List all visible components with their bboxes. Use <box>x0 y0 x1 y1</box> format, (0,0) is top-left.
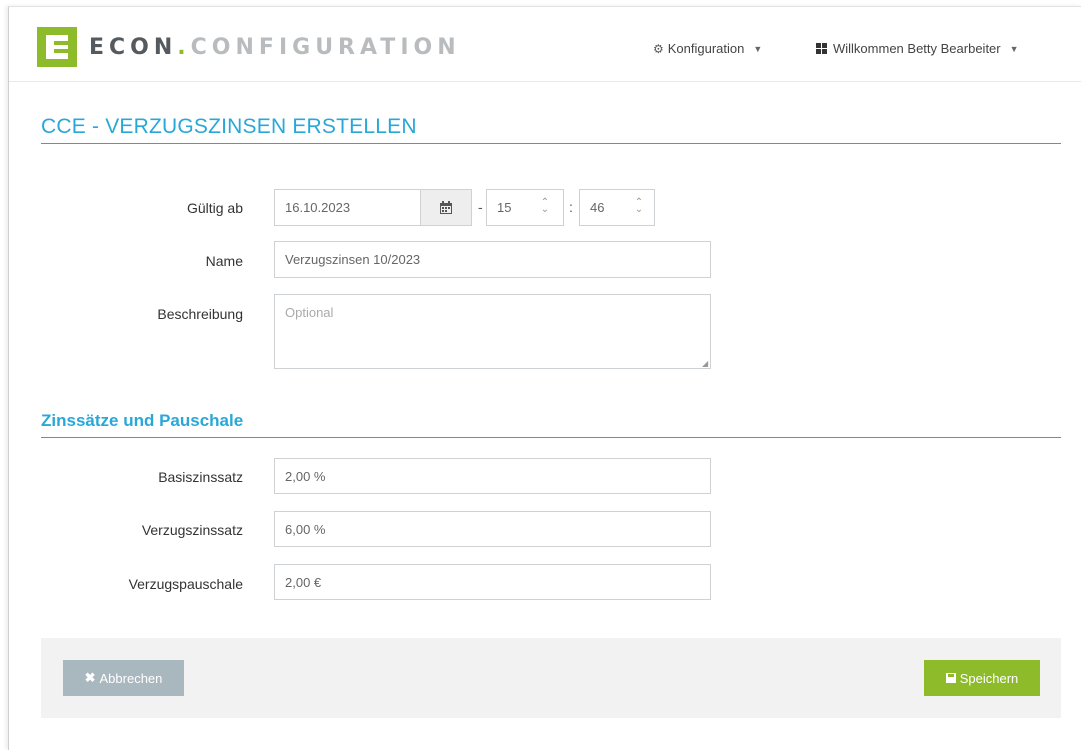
description-textarea[interactable]: Optional <box>274 294 711 369</box>
name-input[interactable]: Verzugszinsen 10/2023 <box>274 241 711 278</box>
menu-user[interactable]: Willkommen Betty Bearbeiter ▼ <box>816 41 1019 56</box>
caret-down-icon: ▼ <box>753 43 763 54</box>
times-icon: ✖ <box>84 670 96 685</box>
section-divider <box>41 437 1061 438</box>
resize-icon[interactable]: ◢ <box>702 359 708 368</box>
calendar-icon <box>440 200 452 214</box>
navbar: ECON.CONFIGURATION ⚙ Konfiguration ▼ Wil… <box>9 7 1081 82</box>
default-rate-input[interactable]: 6,00 % <box>274 511 711 547</box>
description-placeholder: Optional <box>285 305 334 320</box>
brand-main: ECON <box>89 35 178 60</box>
flat-fee-label: Verzugspauschale <box>128 576 243 592</box>
grid-icon <box>816 43 827 54</box>
logo-e-icon[interactable] <box>37 27 77 67</box>
minute-spinner-icon[interactable]: ⌃ ⌄ <box>634 198 644 215</box>
caret-down-icon: ▼ <box>1009 43 1019 54</box>
cancel-button[interactable]: ✖ Abbrechen <box>63 660 184 696</box>
valid-from-label: Gültig ab <box>186 200 243 216</box>
hour-spinner-icon[interactable]: ⌃ ⌄ <box>540 198 550 215</box>
description-label: Beschreibung <box>157 306 243 322</box>
save-button-label: Speichern <box>959 670 1019 686</box>
section-title: Zinssätze und Pauschale <box>41 411 244 430</box>
gear-icon: ⚙ <box>653 41 664 56</box>
base-rate-label: Basiszinssatz <box>158 469 243 485</box>
brand-wordmark[interactable]: ECON.CONFIGURATION <box>89 35 461 60</box>
form-footer: ✖ Abbrechen Speichern <box>41 638 1061 718</box>
menu-konfiguration[interactable]: ⚙ Konfiguration ▼ <box>653 41 762 56</box>
brand-dot: . <box>177 35 191 60</box>
page-title: CCE - VERZUGSZINSEN ERSTELLEN <box>41 115 417 138</box>
name-label: Name <box>205 253 243 269</box>
minute-value: 46 <box>590 200 605 215</box>
date-time-separator: - <box>478 199 483 215</box>
hour-input[interactable]: 15 <box>486 189 564 226</box>
default-rate-label: Verzugszinssatz <box>141 522 243 538</box>
brand-sub: CONFIGURATION <box>190 35 461 60</box>
calendar-button[interactable] <box>420 189 472 226</box>
date-input[interactable]: 16.10.2023 <box>274 189 421 226</box>
flat-fee-input[interactable]: 2,00 € <box>274 564 711 600</box>
app-frame: ECON.CONFIGURATION ⚙ Konfiguration ▼ Wil… <box>8 6 1081 750</box>
floppy-icon <box>945 673 956 683</box>
menu-konfiguration-label: Konfiguration <box>667 41 745 56</box>
title-divider <box>41 143 1061 144</box>
hour-value: 15 <box>497 200 512 215</box>
menu-user-label: Willkommen Betty Bearbeiter <box>833 41 1001 56</box>
time-separator: : <box>569 199 573 215</box>
base-rate-input[interactable]: 2,00 % <box>274 458 711 494</box>
cancel-button-label: Abbrechen <box>99 670 163 686</box>
save-button[interactable]: Speichern <box>924 660 1040 696</box>
